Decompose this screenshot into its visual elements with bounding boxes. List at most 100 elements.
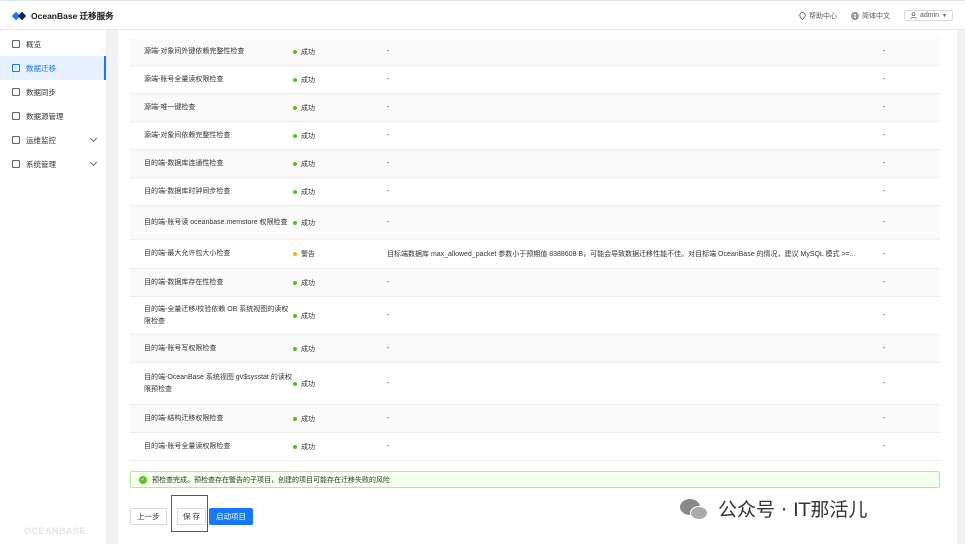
status-text: 成功 <box>301 48 315 56</box>
check-action: - <box>883 345 886 352</box>
sidebar-item-label: 数据同步 <box>26 87 56 97</box>
table-row: 目的端-数据库存在性检查 成功 - - <box>130 269 940 297</box>
success-dot-icon <box>293 416 297 421</box>
wechat-icon <box>680 497 710 521</box>
check-action: - <box>883 279 886 286</box>
check-item: 目的端-账号读 oceanbase.memstore 权限检查 <box>144 218 288 226</box>
table-row: 目的端-账号全量读权限检查 成功 - - <box>130 433 940 461</box>
table-row: 目的端-全量迁移/校验依赖 OB 系统视图的读权限检查 成功 - - <box>130 297 940 335</box>
sidebar-item-datasource[interactable]: 数据源管理 <box>0 104 106 128</box>
highlight-box <box>171 495 208 532</box>
check-detail: - <box>387 415 390 422</box>
prev-step-button[interactable]: 上一步 <box>130 508 167 525</box>
username: admin <box>919 12 940 19</box>
check-item: 源端-账号全量读权限检查 <box>144 75 224 83</box>
check-action: - <box>883 443 886 450</box>
check-action: - <box>883 312 886 319</box>
help-center-label: 帮助中心 <box>808 12 837 20</box>
check-action: - <box>883 188 886 195</box>
status-badge: 成功 <box>293 344 387 354</box>
sidebar-item-ops-monitor[interactable]: 运维监控 <box>0 128 106 152</box>
check-action: - <box>883 76 886 83</box>
precheck-table: 源端-对象间外键依赖完整性检查 成功 - - 源端-账号全量读权限检查 成功 -… <box>130 38 940 461</box>
check-detail: - <box>387 188 390 195</box>
status-badge: 成功 <box>293 75 387 85</box>
sidebar-item-label: 运维监控 <box>26 135 56 145</box>
watermark-text: 公众号 · IT那活儿 <box>718 499 868 521</box>
check-item: 源端-对象间依赖完整性检查 <box>144 131 231 139</box>
check-action: - <box>883 160 886 167</box>
status-text: 成功 <box>301 104 315 112</box>
status-badge: 成功 <box>293 47 387 57</box>
status-text: 成功 <box>301 160 315 168</box>
caret-down-icon: ▼ <box>942 12 947 19</box>
check-detail: - <box>387 76 390 83</box>
status-badge: 警告 <box>293 249 387 259</box>
sidebar-item-data-sync[interactable]: 数据同步 <box>0 80 106 104</box>
success-dot-icon <box>293 161 297 166</box>
status-text: 成功 <box>301 132 315 140</box>
success-dot-icon <box>293 220 297 225</box>
check-item: 目的端-最大允许包大小检查 <box>144 250 231 257</box>
datasource-icon <box>12 112 20 120</box>
status-text: 成功 <box>301 443 315 451</box>
status-badge: 成功 <box>293 278 387 288</box>
alert-message: 预检查完成。预检查存在警告的子项目，创建的项目可能存在迁移失败的风险 <box>152 476 390 484</box>
table-row: 目的端-数据库时钟同步检查 成功 - - <box>130 178 940 206</box>
status-text: 成功 <box>301 188 315 196</box>
table-row: 源端-对象间依赖完整性检查 成功 - - <box>130 122 940 150</box>
sidebar-footer-logo: OCEANBASE <box>24 526 87 536</box>
user-menu[interactable]: admin ▼ <box>903 10 953 21</box>
table-row: 目的端-账号写权限检查 成功 - - <box>130 335 940 363</box>
check-detail: 目标端数据库 max_allowed_packet 参数小于预期值 838860… <box>387 251 856 258</box>
check-action: - <box>883 104 886 111</box>
help-center-link[interactable]: 帮助中心 <box>799 11 837 21</box>
success-dot-icon <box>293 77 297 82</box>
chevron-down-icon <box>89 158 98 167</box>
sidebar-item-label: 数据源管理 <box>26 111 64 121</box>
success-dot-icon <box>293 189 297 194</box>
table-row: 源端-唯一键检查 成功 - - <box>130 94 940 122</box>
sidebar-item-overview[interactable]: 概览 <box>0 32 106 56</box>
check-detail: - <box>387 443 390 450</box>
check-detail: - <box>387 48 390 55</box>
sidebar-item-label: 数据迁移 <box>26 63 56 73</box>
check-detail: - <box>387 160 390 167</box>
settings-icon <box>12 160 20 168</box>
check-item: 目的端-数据库存在性检查 <box>144 278 224 286</box>
success-dot-icon <box>293 381 297 386</box>
table-row: 源端-对象间外键依赖完整性检查 成功 - - <box>130 38 940 66</box>
check-action: - <box>883 250 886 258</box>
sidebar-item-data-migration[interactable]: 数据迁移 <box>0 56 106 80</box>
check-item: 目的端-OceanBase 系统视图 gv$sysstat 的读权限预检查 <box>144 373 292 393</box>
check-item: 源端-唯一键检查 <box>144 103 196 111</box>
check-item: 目的端-账号全量读权限检查 <box>144 442 231 450</box>
warning-dot-icon <box>293 252 297 256</box>
precheck-result-alert: ✓ 预检查完成。预检查存在警告的子项目，创建的项目可能存在迁移失败的风险 <box>130 471 940 488</box>
success-dot-icon <box>293 133 297 138</box>
top-bar: OceanBase 迁移服务 帮助中心 简体中文 admin ▼ <box>0 0 965 30</box>
check-item: 目的端-结构迁移权限检查 <box>144 414 224 422</box>
globe-icon <box>851 11 859 20</box>
status-badge: 成功 <box>293 131 387 141</box>
status-text: 成功 <box>301 380 315 388</box>
app-title: OceanBase 迁移服务 <box>31 11 114 21</box>
status-text: 成功 <box>301 312 315 320</box>
language-switcher[interactable]: 简体中文 <box>851 11 890 21</box>
sidebar-item-system[interactable]: 系统管理 <box>0 152 106 176</box>
app-logo[interactable]: OceanBase 迁移服务 <box>11 10 114 22</box>
check-detail: - <box>387 104 390 111</box>
status-badge: 成功 <box>293 159 387 169</box>
start-project-button[interactable]: 启动项目 <box>209 508 253 525</box>
check-item: 目的端-全量迁移/校验依赖 OB 系统视图的读权限检查 <box>144 305 289 325</box>
status-text: 成功 <box>301 219 315 227</box>
success-dot-icon <box>293 444 297 449</box>
check-detail: - <box>387 345 390 352</box>
check-circle-icon: ✓ <box>139 475 147 484</box>
check-item: 源端-对象间外键依赖完整性检查 <box>144 47 245 55</box>
status-text: 成功 <box>301 345 315 353</box>
table-row: 目的端-最大允许包大小检查 警告 目标端数据库 max_allowed_pack… <box>130 240 940 269</box>
success-dot-icon <box>293 105 297 110</box>
migrate-icon <box>12 64 20 72</box>
check-action: - <box>883 415 886 422</box>
